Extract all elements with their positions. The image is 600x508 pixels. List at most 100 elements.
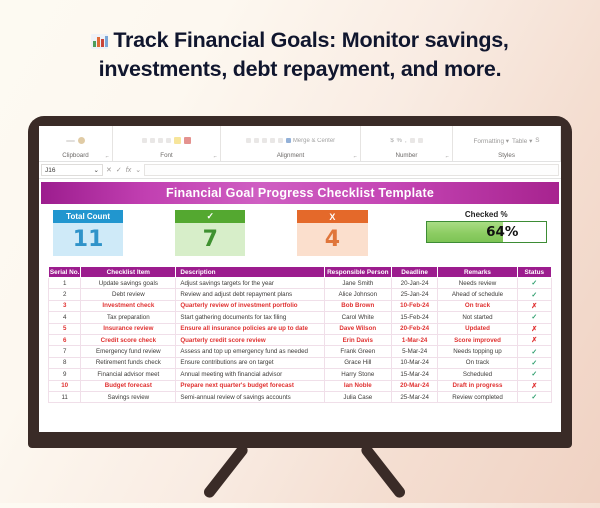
cell-description[interactable]: Review and adjust debt repayment plans (175, 288, 325, 301)
cell-description[interactable]: Ensure contributions are on target (175, 357, 325, 370)
dialog-launcher-icon[interactable]: ⌐ (214, 154, 217, 160)
conditional-formatting-button[interactable]: Formatting ▾ (473, 137, 509, 145)
cell-status[interactable]: ✓ (517, 311, 553, 324)
cell-remarks[interactable]: Review completed (437, 391, 518, 404)
cell-remarks[interactable]: Scheduled (437, 368, 518, 381)
cell-remarks[interactable]: Draft in progress (437, 380, 518, 392)
cell-remarks[interactable]: Needs review (437, 277, 518, 290)
cell-person[interactable]: Carol White (324, 311, 392, 324)
column-header-remarks[interactable]: Remarks (437, 266, 518, 278)
cell-description[interactable]: Ensure all insurance policies are up to … (175, 323, 325, 335)
table-row[interactable]: 3 Investment check Quarterly review of inv… (47, 300, 553, 313)
cell-person[interactable]: Bob Brown (324, 300, 392, 313)
cell-deadline[interactable]: 1-Mar-24 (391, 334, 439, 347)
cell-description[interactable]: Quarterly review of investment portfolio (175, 300, 325, 313)
column-header-person[interactable]: Responsible Person (323, 266, 392, 278)
chevron-down-icon[interactable]: ⌄ (135, 166, 141, 174)
cell-serial[interactable]: 4 (47, 311, 82, 324)
cell-description[interactable]: Quarterly credit score review (175, 334, 325, 347)
cell-remarks[interactable]: On track (437, 357, 518, 370)
cell-deadline[interactable]: 25-Jan-24 (391, 288, 439, 301)
dialog-launcher-icon[interactable]: ⌐ (106, 154, 109, 160)
cell-item[interactable]: Emergency fund review (80, 345, 177, 358)
dialog-launcher-icon[interactable]: ⌐ (446, 154, 449, 160)
cell-status[interactable]: ✗ (517, 334, 553, 347)
cell-serial[interactable]: 1 (47, 277, 82, 290)
column-header-status[interactable]: Status (516, 266, 553, 278)
cell-person[interactable]: Grace Hill (324, 357, 392, 370)
cell-status[interactable]: ✓ (517, 288, 553, 301)
cell-deadline[interactable]: 10-Mar-24 (391, 357, 439, 370)
dialog-launcher-icon[interactable]: ⌐ (354, 154, 357, 160)
fx-icon[interactable]: fx (126, 167, 131, 174)
cell-person[interactable]: Jane Smith (324, 277, 392, 290)
table-row[interactable]: 4 Tax preparation Start gathering document… (47, 311, 553, 324)
cell-serial[interactable]: 5 (47, 323, 82, 335)
cell-description[interactable]: Adjust savings targets for the year (175, 277, 325, 290)
table-row[interactable]: 11 Savings review Semi-annual review of sa… (47, 391, 553, 404)
column-header-item[interactable]: Checklist Item (80, 266, 177, 278)
cell-status[interactable]: ✓ (517, 391, 553, 404)
cell-description[interactable]: Start gathering documents for tax filing (175, 311, 325, 324)
cell-remarks[interactable]: Score improved (437, 334, 518, 347)
cell-status[interactable]: ✗ (517, 323, 553, 335)
close-icon[interactable]: ✕ (106, 166, 112, 174)
cell-deadline[interactable]: 15-Feb-24 (391, 311, 439, 324)
cell-person[interactable]: Alice Johnson (324, 288, 392, 301)
cell-item[interactable]: Financial advisor meet (80, 368, 177, 381)
name-box[interactable]: J16 ⌄ (41, 164, 103, 176)
format-as-table-button[interactable]: Table ▾ (512, 137, 532, 145)
cell-item[interactable]: Debt review (80, 288, 177, 301)
ribbon-group-number[interactable]: $%, Number ⌐ (361, 126, 453, 161)
check-icon[interactable]: ✓ (116, 166, 122, 174)
column-header-description[interactable]: Description (175, 266, 325, 278)
cell-remarks[interactable]: Ahead of schedule (437, 288, 518, 301)
cell-remarks[interactable]: Not started (437, 311, 518, 324)
cell-person[interactable]: Harry Stone (324, 368, 392, 381)
table-row[interactable]: 1 Update savings goals Adjust savings targ… (47, 277, 553, 290)
table-row[interactable]: 5 Insurance review Ensure all insurance po… (47, 323, 553, 335)
cell-item[interactable]: Savings review (80, 391, 177, 404)
cell-deadline[interactable]: 25-Mar-24 (391, 391, 439, 404)
ribbon-group-styles[interactable]: Formatting ▾ Table ▾ S Styles (453, 126, 561, 161)
cell-deadline[interactable]: 20-Mar-24 (391, 380, 439, 392)
cell-serial[interactable]: 7 (47, 345, 82, 358)
cell-status[interactable]: ✓ (517, 368, 553, 381)
table-row[interactable]: 6 Credit score check Quarterly credit scor… (47, 334, 553, 347)
cell-item[interactable]: Budget forecast (80, 380, 177, 392)
cell-deadline[interactable]: 20-Feb-24 (391, 323, 439, 335)
cell-description[interactable]: Semi-annual review of savings accounts (175, 391, 325, 404)
cell-item[interactable]: Credit score check (80, 334, 177, 347)
cell-remarks[interactable]: Needs topping up (437, 345, 518, 358)
cell-person[interactable]: Frank Green (324, 345, 392, 358)
cell-description[interactable]: Prepare next quarter's budget forecast (175, 380, 325, 392)
cell-deadline[interactable]: 20-Jan-24 (391, 277, 439, 290)
cell-serial[interactable]: 11 (47, 391, 82, 404)
cell-item[interactable]: Retirement funds check (80, 357, 177, 370)
cell-serial[interactable]: 8 (47, 357, 82, 370)
cell-remarks[interactable]: On track (437, 300, 518, 313)
cell-serial[interactable]: 3 (47, 300, 82, 313)
cell-item[interactable]: Investment check (80, 300, 177, 313)
cell-item[interactable]: Insurance review (80, 323, 177, 335)
cell-person[interactable]: Dave Wilson (324, 323, 392, 335)
ribbon-group-font[interactable]: Font ⌐ (113, 126, 221, 161)
cell-status[interactable]: ✓ (517, 345, 553, 358)
cell-item[interactable]: Tax preparation (80, 311, 177, 324)
cell-item[interactable]: Update savings goals (80, 277, 177, 290)
table-row[interactable]: 2 Debt review Review and adjust debt repay… (47, 288, 553, 301)
chevron-down-icon[interactable]: ⌄ (94, 166, 99, 174)
cell-styles-button[interactable]: S (535, 137, 539, 144)
cell-status[interactable]: ✓ (517, 277, 553, 290)
column-header-serial[interactable]: Serial No. (47, 266, 82, 278)
cell-remarks[interactable]: Updated (437, 323, 518, 335)
cell-status[interactable]: ✗ (517, 380, 553, 392)
formula-input[interactable] (144, 164, 559, 176)
cell-person[interactable]: Julia Case (324, 391, 392, 404)
cell-serial[interactable]: 9 (47, 368, 82, 381)
table-row[interactable]: 10 Budget forecast Prepare next quarter's … (47, 380, 553, 392)
cell-status[interactable]: ✗ (517, 300, 553, 313)
cell-person[interactable]: Ian Noble (324, 380, 392, 392)
cell-serial[interactable]: 6 (47, 334, 82, 347)
table-row[interactable]: 8 Retirement funds check Ensure contributi… (47, 357, 553, 370)
